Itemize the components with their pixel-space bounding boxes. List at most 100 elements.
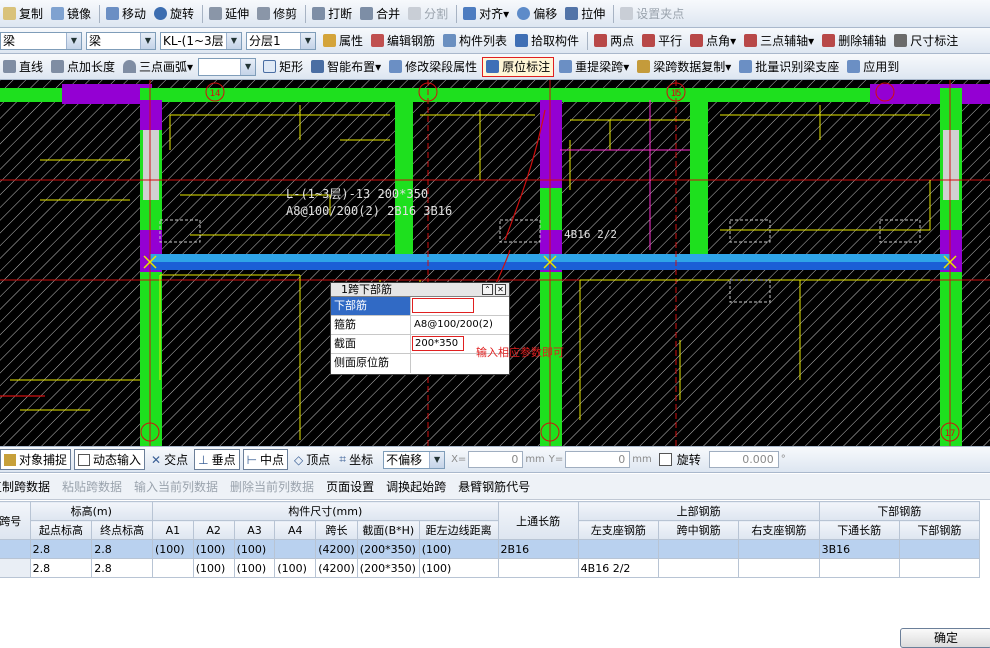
table-cell[interactable]: 2.8 (91, 558, 153, 578)
table-cell[interactable] (898, 539, 981, 559)
dimension-button[interactable]: 尺寸标注 (891, 31, 961, 51)
table-cell[interactable]: (100) (192, 558, 235, 578)
set-grip-button[interactable]: 设置夹点 (617, 4, 687, 24)
copy-button[interactable]: 复制 (0, 4, 46, 24)
in-place-label-button[interactable]: 原位标注 (482, 56, 555, 77)
component-type-select[interactable]: 梁 ▼ (0, 31, 82, 50)
rotate-angle-input[interactable]: 0.000 (708, 451, 779, 468)
table-cell[interactable] (818, 558, 900, 578)
table-cell[interactable]: 2B16 (497, 539, 579, 559)
table-cell[interactable]: (4200) (315, 558, 358, 578)
table-cell[interactable]: (100) (418, 558, 499, 578)
table-cell[interactable]: (100) (233, 558, 276, 578)
table-row[interactable]: 1 2.8 2.8 (100) (100) (100) (4200) (200*… (0, 539, 981, 559)
batch-support-button[interactable]: 批量识别梁支座 (736, 57, 842, 77)
table-cell[interactable] (577, 539, 660, 559)
span-number-cell[interactable]: 2 (0, 558, 31, 578)
rectangle-button[interactable]: 矩形 (260, 57, 306, 77)
page-setup-button[interactable]: 页面设置 (326, 478, 374, 495)
align-button[interactable]: 对齐 ▾ (460, 4, 512, 24)
table-row[interactable]: 2 2.8 2.8 (100) (100) (100) (4200) (200*… (0, 558, 981, 578)
ok-button[interactable]: 确定 (900, 628, 990, 648)
object-snap-toggle[interactable]: 对象捕捉 (0, 449, 72, 470)
three-point-axis-button[interactable]: 三点辅轴 ▾ (741, 31, 817, 51)
component-list-button[interactable]: 构件列表 (440, 31, 510, 51)
collapse-icon[interactable]: ⌃ (482, 284, 493, 295)
cantilever-code-button[interactable]: 悬臂钢筋代号 (458, 478, 530, 495)
trim-button[interactable]: 修剪 (254, 4, 300, 24)
table-cell[interactable]: 4B16 2/2 (577, 558, 660, 578)
pick-component-button[interactable]: 拾取构件 (512, 31, 582, 51)
offset-button[interactable]: 偏移 (514, 4, 560, 24)
x-coordinate-input[interactable]: 0 (468, 451, 524, 468)
table-cell[interactable]: 2.8 (29, 558, 93, 578)
parallel-button[interactable]: 平行 (639, 31, 685, 51)
close-icon[interactable]: ✕ (495, 284, 506, 295)
table-cell[interactable]: (100) (274, 558, 317, 578)
rotate-button[interactable]: 旋转 (151, 4, 197, 24)
table-cell[interactable]: (100) (233, 539, 276, 559)
y-coordinate-input[interactable]: 0 (565, 451, 631, 468)
edit-rebar-button[interactable]: 编辑钢筋 (368, 31, 438, 51)
drawing-canvas[interactable]: 14 15 17 L-(1~3层)-13 200*350 A8@100/200(… (0, 80, 990, 446)
stretch-button[interactable]: 拉伸 (562, 4, 608, 24)
table-cell[interactable] (898, 558, 981, 578)
offset-mode-select[interactable]: 不偏移 ▼ (383, 450, 446, 469)
perpendicular-snap[interactable]: ⊥ 垂点 (194, 449, 240, 470)
move-button[interactable]: 移动 (103, 4, 149, 24)
bottom-rebar-value[interactable] (412, 298, 474, 313)
copy-span-data-button[interactable]: 复制跨数据 (0, 478, 50, 495)
rotate-checkbox[interactable] (658, 453, 672, 466)
table-cell[interactable]: 2.8 (91, 539, 153, 559)
component-subtype-select[interactable]: 梁 ▼ (86, 31, 156, 50)
line-button[interactable]: 直线 (0, 57, 46, 77)
table-cell[interactable]: (200*350) (356, 558, 420, 578)
mirror-button[interactable]: 镜像 (48, 4, 94, 24)
table-cell[interactable]: (4200) (315, 539, 358, 559)
break-button[interactable]: 打断 (309, 4, 355, 24)
point-length-button[interactable]: 点加长度 (48, 57, 118, 77)
two-point-button[interactable]: 两点 (591, 31, 637, 51)
layer-select[interactable]: 分层1 ▼ (246, 31, 316, 50)
extend-button[interactable]: 延伸 (206, 4, 252, 24)
span-copy-button[interactable]: 梁跨数据复制 ▾ (634, 57, 734, 77)
table-cell[interactable]: 2.8 (29, 539, 93, 559)
table-cell[interactable] (738, 539, 820, 559)
delete-column-data-button[interactable]: 删除当前列数据 (230, 478, 314, 495)
bottom-rebar-input[interactable] (411, 297, 509, 315)
table-cell[interactable]: (100) (151, 539, 194, 559)
span-number-cell[interactable]: 1 (0, 539, 31, 559)
re-span-button[interactable]: 重提梁跨 ▾ (556, 57, 632, 77)
smart-layout-button[interactable]: 智能布置 ▾ (308, 57, 384, 77)
table-cell[interactable]: (200*350) (356, 539, 420, 559)
merge-button[interactable]: 合并 (357, 4, 403, 24)
delete-axis-button[interactable]: 删除辅轴 (819, 31, 889, 51)
table-cell[interactable] (274, 539, 317, 559)
input-column-data-button[interactable]: 输入当前列数据 (134, 478, 218, 495)
apply-to-button[interactable]: 应用到 (844, 57, 902, 77)
stirrup-value[interactable]: A8@100/200(2) (411, 316, 509, 334)
midpoint-snap[interactable]: ⊢ 中点 (242, 449, 289, 470)
coordinate-snap[interactable]: ⌗ 坐标 (336, 449, 376, 470)
arc-mode-select[interactable]: ▼ (198, 57, 257, 76)
modify-segment-button[interactable]: 修改梁段属性 (386, 57, 480, 77)
vertex-snap[interactable]: ◇ 顶点 (291, 449, 333, 470)
section-value[interactable]: 200*350 (412, 336, 464, 351)
dynamic-input-toggle[interactable]: 动态输入 (74, 449, 146, 470)
table-cell[interactable] (658, 539, 740, 559)
table-cell[interactable] (658, 558, 740, 578)
arc-button[interactable]: 三点画弧 ▾ (120, 57, 196, 77)
table-cell[interactable] (738, 558, 820, 578)
property-button[interactable]: 属性 (320, 31, 366, 51)
swap-start-span-button[interactable]: 调换起始跨 (386, 478, 446, 495)
table-cell[interactable]: (100) (192, 539, 235, 559)
intersection-snap[interactable]: ✕ 交点 (148, 449, 191, 470)
table-cell[interactable] (497, 558, 579, 578)
point-angle-button[interactable]: 点角 ▾ (687, 31, 739, 51)
split-button[interactable]: 分割 (405, 4, 451, 24)
table-cell[interactable]: (100) (418, 539, 499, 559)
component-name-select[interactable]: KL-(1~3层 ▼ (160, 31, 242, 50)
paste-span-data-button[interactable]: 粘贴跨数据 (62, 478, 122, 495)
table-cell[interactable]: 3B16 (818, 539, 900, 559)
table-cell[interactable] (151, 558, 194, 578)
